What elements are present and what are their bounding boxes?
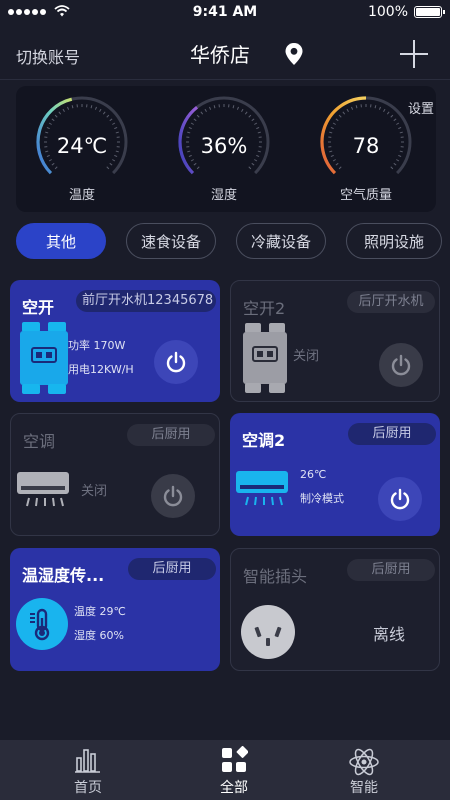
set-temperature: 26℃ (300, 468, 327, 481)
device-status: 关闭 (81, 484, 108, 499)
device-name: 空调 (23, 432, 56, 451)
status-bar: 9:41 AM 100% (0, 0, 450, 24)
humidity-value: 36% (200, 134, 248, 158)
thermometer-icon (16, 598, 68, 650)
category-tabs: 其他 速食设备 冷藏设备 照明设施 (16, 223, 450, 261)
device-card-breaker-2[interactable]: 空开2 后厅开水机 关闭 (230, 280, 440, 402)
device-location: 后厨用 (347, 559, 435, 581)
power-button[interactable] (379, 343, 423, 387)
humidity-gauge: 36% 湿度 (174, 92, 274, 203)
temperature-gauge: 24℃ 温度 (32, 92, 132, 203)
power-button[interactable] (151, 474, 195, 518)
page-title: 华侨店 (190, 43, 250, 67)
tab-fast-food-equipment[interactable]: 速食设备 (126, 223, 216, 259)
atom-icon (349, 748, 379, 776)
device-card-smart-plug[interactable]: 智能插头 后厨用 离线 (230, 548, 440, 671)
air-quality-label: 空气质量 (339, 188, 392, 203)
energy-reading: 用电12KW/H (68, 363, 134, 376)
tab-all[interactable]: 全部 (194, 740, 274, 800)
humidity-label: 湿度 (210, 188, 237, 203)
circuit-breaker-icon (20, 322, 68, 394)
offline-status: 离线 (373, 625, 406, 644)
air-quality-gauge: 78 空气质量 (316, 92, 416, 203)
power-icon (391, 354, 411, 376)
bottom-tab-bar: 首页 全部 智能 (0, 740, 450, 800)
tab-smart[interactable]: 智能 (324, 740, 404, 800)
device-status: 关闭 (293, 349, 320, 364)
tab-smart-label: 智能 (350, 780, 378, 796)
power-reading: 功率 170W (68, 339, 126, 352)
tab-other[interactable]: 其他 (16, 223, 106, 259)
switch-account-button[interactable]: 切换账号 (16, 44, 80, 68)
smart-plug-icon (241, 605, 295, 659)
add-icon[interactable] (400, 40, 428, 68)
tab-refrigeration-equipment[interactable]: 冷藏设备 (236, 223, 326, 259)
power-button[interactable] (154, 340, 198, 384)
location-pin-icon[interactable] (284, 42, 304, 66)
device-location: 前厅开水机12345678 (76, 290, 216, 312)
nav-bar: 切换账号 华侨店 (0, 26, 450, 80)
power-icon (166, 351, 186, 373)
power-button[interactable] (378, 477, 422, 521)
device-location: 后厨用 (128, 558, 216, 580)
tab-all-label: 全部 (220, 780, 248, 796)
device-card-breaker[interactable]: 空开 前厅开水机12345678 功率 170W 用电12KW/H (10, 280, 220, 402)
power-icon (163, 485, 183, 507)
device-card-air-conditioner[interactable]: 空调 后厨用 关闭 (10, 413, 220, 536)
air-quality-value: 78 (352, 134, 380, 158)
bar-chart-icon (75, 749, 100, 773)
device-card-temp-humidity-sensor[interactable]: 温湿度传... 后厨用 温度 29℃ 湿度 60% (10, 548, 220, 671)
device-card-air-conditioner-2[interactable]: 空调2 后厨用 26℃ 制冷模式 (230, 413, 440, 536)
air-conditioner-icon (17, 472, 69, 507)
power-icon (390, 488, 410, 510)
temperature-reading: 温度 29℃ (74, 605, 126, 618)
circuit-breaker-icon (243, 323, 287, 393)
humidity-reading: 湿度 60% (74, 629, 124, 642)
tab-home-label: 首页 (74, 780, 102, 796)
device-name: 空开 (22, 298, 55, 317)
device-name: 空开2 (243, 299, 286, 318)
temperature-label: 温度 (68, 188, 95, 203)
ac-mode: 制冷模式 (300, 492, 344, 505)
air-conditioner-icon (236, 471, 288, 506)
device-location: 后厨用 (348, 423, 436, 445)
battery-icon (414, 6, 445, 18)
device-location: 后厅开水机 (347, 291, 435, 313)
grid-icon (222, 746, 248, 772)
device-name: 温湿度传... (22, 566, 105, 585)
tab-lighting[interactable]: 照明设施 (346, 223, 442, 259)
battery-percent: 100% (367, 4, 408, 20)
device-name: 智能插头 (243, 567, 308, 586)
tab-home[interactable]: 首页 (48, 740, 128, 800)
environment-panel: 设置 24℃ 温度 36% 湿度 78 空气质量 (16, 86, 436, 212)
device-name: 空调2 (242, 431, 286, 450)
temperature-value: 24℃ (56, 134, 108, 158)
device-location: 后厨用 (127, 424, 215, 446)
